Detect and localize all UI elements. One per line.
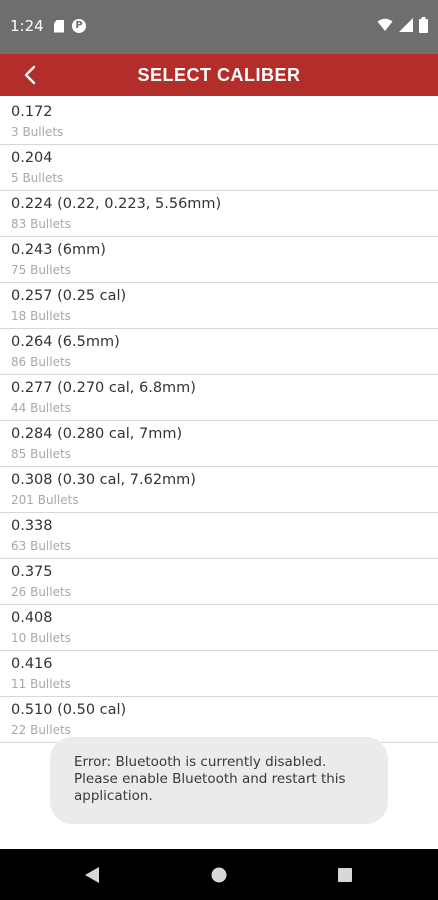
caliber-list-item[interactable]: 0.308 (0.30 cal, 7.62mm) 201 Bullets xyxy=(0,467,438,513)
bullet-count: 63 Bullets xyxy=(11,539,71,553)
caliber-name: 0.408 xyxy=(11,610,53,626)
bullet-count: 3 Bullets xyxy=(11,125,64,139)
status-bar: 1:24 P xyxy=(0,0,438,54)
system-nav-bar xyxy=(0,849,438,900)
caliber-name: 0.257 (0.25 cal) xyxy=(11,288,127,304)
error-toast: Error: Bluetooth is currently disabled. … xyxy=(50,737,388,824)
caliber-list-item[interactable]: 0.264 (6.5mm) 86 Bullets xyxy=(0,329,438,375)
caliber-name: 0.284 (0.280 cal, 7mm) xyxy=(11,426,183,442)
nav-back-button[interactable] xyxy=(78,861,106,889)
caliber-list-item[interactable]: 0.375 26 Bullets xyxy=(0,559,438,605)
caliber-list-item[interactable]: 0.257 (0.25 cal) 18 Bullets xyxy=(0,283,438,329)
caliber-list-item[interactable]: 0.243 (6mm) 75 Bullets xyxy=(0,237,438,283)
bullet-count: 5 Bullets xyxy=(11,171,64,185)
caliber-name: 0.338 xyxy=(11,518,53,534)
bullet-count: 85 Bullets xyxy=(11,447,71,461)
bullet-count: 18 Bullets xyxy=(11,309,71,323)
toast-line: application. xyxy=(74,788,153,804)
p-icon: P xyxy=(72,19,86,33)
caliber-name: 0.277 (0.270 cal, 6.8mm) xyxy=(11,380,196,396)
page-title: SELECT CALIBER xyxy=(137,65,301,85)
caliber-name: 0.224 (0.22, 0.223, 5.56mm) xyxy=(11,196,222,212)
home-circle-icon xyxy=(211,867,227,883)
bullet-count: 22 Bullets xyxy=(11,723,71,737)
caliber-list-item[interactable]: 0.172 3 Bullets xyxy=(0,99,438,145)
bullet-count: 201 Bullets xyxy=(11,493,79,507)
bullet-count: 75 Bullets xyxy=(11,263,71,277)
sim-card-icon xyxy=(54,19,64,33)
bullet-count: 11 Bullets xyxy=(11,677,71,691)
battery-icon xyxy=(419,17,428,33)
caliber-name: 0.308 (0.30 cal, 7.62mm) xyxy=(11,472,196,488)
toast-line: Error: Bluetooth is currently disabled. xyxy=(74,754,327,770)
caliber-name: 0.243 (6mm) xyxy=(11,242,106,258)
caliber-list-item[interactable]: 0.416 11 Bullets xyxy=(0,651,438,697)
app-bar: SELECT CALIBER xyxy=(0,54,438,96)
caliber-name: 0.264 (6.5mm) xyxy=(11,334,120,350)
bullet-count: 10 Bullets xyxy=(11,631,71,645)
caliber-list-item[interactable]: 0.224 (0.22, 0.223, 5.56mm) 83 Bullets xyxy=(0,191,438,237)
bullet-count: 44 Bullets xyxy=(11,401,71,415)
bullet-count: 26 Bullets xyxy=(11,585,71,599)
nav-home-button[interactable] xyxy=(205,861,233,889)
caliber-list-item[interactable]: 0.284 (0.280 cal, 7mm) 85 Bullets xyxy=(0,421,438,467)
bullet-count: 86 Bullets xyxy=(11,355,71,369)
caliber-list-item[interactable]: 0.408 10 Bullets xyxy=(0,605,438,651)
caliber-list-item[interactable]: 0.204 5 Bullets xyxy=(0,145,438,191)
caliber-list: 0.172 3 Bullets 0.204 5 Bullets 0.224 (0.22,… xyxy=(0,99,438,743)
caliber-name: 0.510 (0.50 cal) xyxy=(11,702,127,718)
recents-square-icon xyxy=(338,868,352,882)
signal-icon xyxy=(399,18,413,32)
status-left-icons: P xyxy=(54,19,86,33)
back-triangle-icon xyxy=(85,867,99,883)
wifi-icon xyxy=(377,18,393,31)
caliber-list-item[interactable]: 0.338 63 Bullets xyxy=(0,513,438,559)
nav-recents-button[interactable] xyxy=(331,861,359,889)
toast-line: Please enable Bluetooth and restart this xyxy=(74,771,346,787)
caliber-name: 0.172 xyxy=(11,104,53,120)
status-time: 1:24 xyxy=(10,17,44,35)
status-right-icons xyxy=(377,17,428,33)
caliber-name: 0.375 xyxy=(11,564,53,580)
caliber-name: 0.416 xyxy=(11,656,53,672)
caliber-name: 0.204 xyxy=(11,150,53,166)
caliber-list-item[interactable]: 0.277 (0.270 cal, 6.8mm) 44 Bullets xyxy=(0,375,438,421)
bullet-count: 83 Bullets xyxy=(11,217,71,231)
